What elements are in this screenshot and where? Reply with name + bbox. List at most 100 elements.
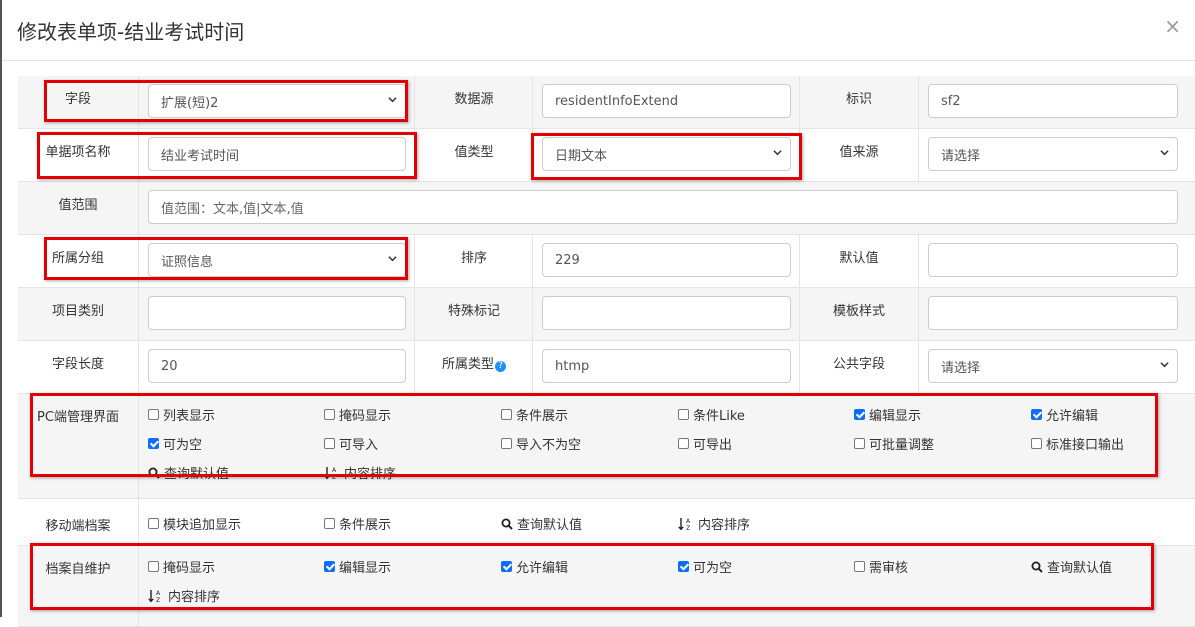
checkbox-box[interactable]: [854, 561, 865, 572]
pc-checkbox[interactable]: 可批量调整: [854, 434, 934, 453]
self-checkbox[interactable]: 可为空: [678, 557, 732, 576]
checkbox-label: 可导出: [693, 438, 733, 453]
checkbox-box[interactable]: [324, 518, 335, 529]
dialog-title: 修改表单项-结业考试时间: [17, 20, 245, 44]
sort-content-link[interactable]: A Z 内容排序: [148, 586, 220, 605]
query-default-link[interactable]: 查询默认值: [501, 514, 582, 533]
range-input[interactable]: 值范围：文本,值|文本,值: [148, 190, 1178, 224]
checkbox-box[interactable]: [324, 438, 335, 449]
datasource-label: 数据源: [454, 92, 494, 107]
pc-checkbox[interactable]: 可为空: [148, 434, 202, 453]
search-icon: [148, 467, 160, 479]
public-select[interactable]: 请选择: [928, 349, 1178, 383]
pc-checkbox[interactable]: 可导入: [324, 434, 378, 453]
pc-checkbox[interactable]: 允许编辑: [1031, 405, 1098, 424]
field-select[interactable]: 扩展(短)2: [148, 84, 406, 118]
checkbox-box[interactable]: [854, 409, 865, 420]
help-icon[interactable]: ?: [495, 361, 506, 372]
pc-checkbox[interactable]: 条件展示: [501, 405, 568, 424]
dialog-header: 修改表单项-结业考试时间 ×: [2, 0, 1195, 61]
template-label: 模板样式: [832, 304, 885, 319]
pc-label: PC端管理界面: [37, 410, 119, 425]
checkbox-box[interactable]: [501, 409, 512, 420]
group-select-value: 证照信息: [161, 254, 214, 270]
self-checkbox[interactable]: 需审核: [854, 557, 908, 576]
type-input[interactable]: htmp: [542, 349, 791, 383]
form-row-mobile: 移动端档案 模块追加显示 条件展示 查询默认值 A Z 内容排序: [18, 499, 1195, 546]
self-checkbox[interactable]: 掩码显示: [148, 557, 215, 576]
checkbox-label: 编辑显示: [339, 561, 392, 576]
field-label: 字段: [64, 92, 91, 107]
range-label: 值范围: [58, 198, 98, 213]
checkbox-box[interactable]: [854, 438, 865, 449]
length-input[interactable]: 20: [148, 349, 406, 383]
mobile-checkbox[interactable]: 条件展示: [324, 514, 391, 533]
svg-text:A: A: [156, 590, 161, 597]
group-label: 所属分组: [51, 251, 104, 266]
pc-checkbox[interactable]: 导入不为空: [501, 434, 581, 453]
search-icon: [501, 518, 513, 530]
type-label-wrap: 所属类型?: [414, 353, 534, 372]
checkbox-box[interactable]: [678, 438, 689, 449]
valuesource-select[interactable]: 请选择: [928, 137, 1178, 171]
checkbox-label: 可为空: [693, 561, 733, 576]
checkbox-box[interactable]: [678, 561, 689, 572]
self-checkbox[interactable]: 编辑显示: [324, 557, 391, 576]
checkbox-box[interactable]: [501, 438, 512, 449]
checkbox-box[interactable]: [1031, 438, 1042, 449]
public-label: 公共字段: [832, 357, 885, 372]
sort-content-link[interactable]: A Z 内容排序: [324, 463, 396, 482]
checkbox-box[interactable]: [148, 438, 159, 449]
form-row-group: 所属分组 证照信息 排序 229 默认值: [18, 235, 1195, 288]
valuesource-select-value: 请选择: [941, 148, 981, 164]
default-input[interactable]: [928, 243, 1178, 277]
valuesource-label: 值来源: [839, 145, 879, 160]
group-select[interactable]: 证照信息: [148, 243, 406, 277]
checkbox-box[interactable]: [148, 518, 159, 529]
form-row-pc: PC端管理界面 列表显示 掩码显示 条件展示 条件Like 编辑显示 允许编辑可为空 可导入…: [18, 394, 1195, 499]
datasource-input[interactable]: residentInfoExtend: [542, 84, 791, 118]
itemname-label: 单据项名称: [45, 145, 111, 160]
sort-content-label: 内容排序: [698, 518, 751, 533]
self-checkbox[interactable]: 允许编辑: [501, 557, 568, 576]
checkbox-label: 可批量调整: [869, 438, 935, 453]
identifier-label: 标识: [845, 92, 872, 107]
query-default-link[interactable]: 查询默认值: [1031, 557, 1112, 576]
checkbox-box[interactable]: [324, 409, 335, 420]
checkbox-box[interactable]: [1031, 409, 1042, 420]
pc-checkbox[interactable]: 标准接口输出: [1031, 434, 1124, 453]
pc-checkbox[interactable]: 条件Like: [678, 405, 745, 424]
special-input[interactable]: [542, 296, 791, 330]
checkbox-label: 条件Like: [693, 409, 745, 424]
checkbox-label: 允许编辑: [1046, 409, 1099, 424]
pc-checkbox[interactable]: 列表显示: [148, 405, 215, 424]
checkbox-box[interactable]: [324, 561, 335, 572]
valuetype-select[interactable]: 日期文本: [542, 137, 791, 171]
mobile-checkbox[interactable]: 模块追加显示: [148, 514, 241, 533]
sort-content-link[interactable]: A Z 内容排序: [678, 514, 750, 533]
itemname-input[interactable]: 结业考试时间: [148, 137, 406, 171]
checkbox-label: 允许编辑: [516, 561, 569, 576]
checkbox-box[interactable]: [678, 409, 689, 420]
query-default-label: 查询默认值: [164, 467, 230, 482]
chevron-down-icon: [1160, 362, 1169, 368]
search-icon: [1031, 561, 1043, 573]
checkbox-label: 模块追加显示: [163, 518, 242, 533]
svg-text:Z: Z: [156, 597, 160, 603]
form-row-range: 值范围 值范围：文本,值|文本,值: [18, 182, 1195, 235]
form-row-self: 档案自维护 掩码显示 编辑显示 允许编辑 可为空 需审核 查询默认值 A Z 内容排序: [18, 546, 1195, 627]
checkbox-box[interactable]: [148, 409, 159, 420]
pc-checkbox[interactable]: 可导出: [678, 434, 732, 453]
identifier-input[interactable]: sf2: [928, 84, 1178, 118]
close-button[interactable]: ×: [1164, 14, 1181, 38]
checkbox-box[interactable]: [501, 561, 512, 572]
svg-text:Z: Z: [686, 525, 690, 531]
query-default-link[interactable]: 查询默认值: [148, 463, 229, 482]
pc-checkbox[interactable]: 掩码显示: [324, 405, 391, 424]
pc-checkbox[interactable]: 编辑显示: [854, 405, 921, 424]
order-input[interactable]: 229: [542, 243, 791, 277]
checkbox-box[interactable]: [148, 561, 159, 572]
category-input[interactable]: [148, 296, 406, 330]
template-input[interactable]: [928, 296, 1178, 330]
type-label: 所属类型: [441, 357, 494, 372]
